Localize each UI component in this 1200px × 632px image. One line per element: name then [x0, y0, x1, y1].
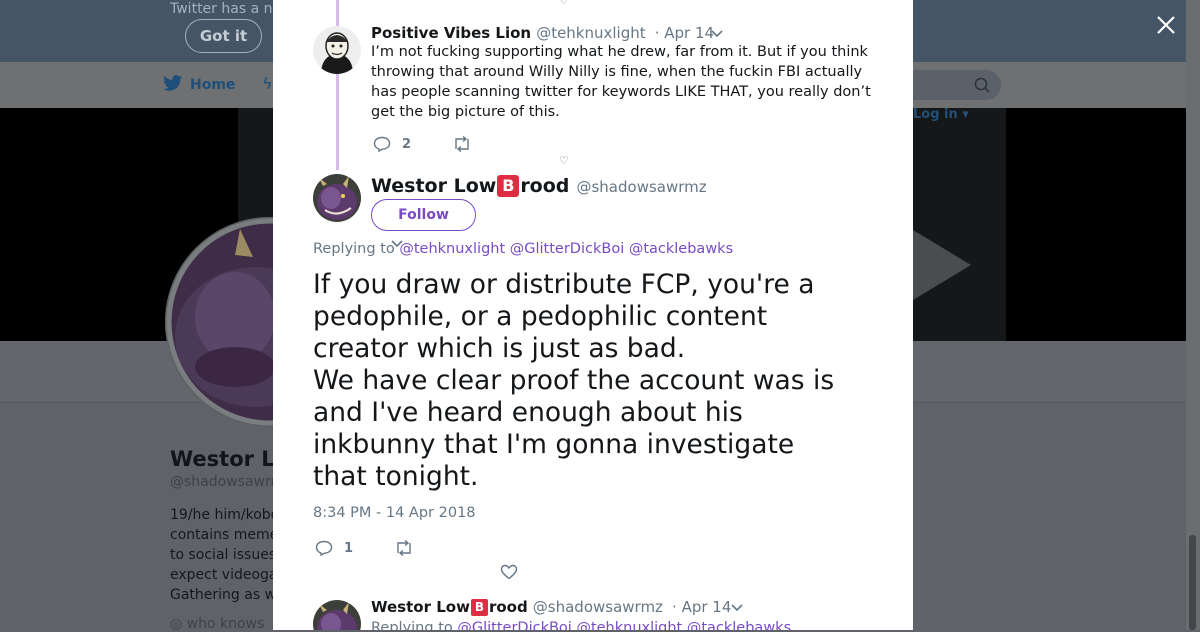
close-icon[interactable] — [1155, 14, 1177, 36]
tweet-text: I’m not fucking supporting what he drew,… — [371, 42, 871, 122]
search-icon[interactable] — [974, 77, 990, 93]
tweet-header: Westor Low Brood @shadowsawrmz · Apr 14 — [371, 597, 731, 616]
bio-line: expect videoga — [170, 567, 278, 583]
tweet-text-line: pedophile, or a pedophilic content — [313, 301, 768, 332]
tweet-text-line: and I've heard enough about his — [313, 397, 743, 428]
scrollbar-thumb[interactable] — [1189, 535, 1196, 630]
chevron-down-icon[interactable] — [731, 604, 743, 612]
bio-line: to social issues — [170, 547, 277, 563]
author-name-part: rood — [488, 598, 528, 616]
got-it-button[interactable]: Got it — [185, 19, 262, 53]
like-icon[interactable]: ♡ — [559, 0, 569, 7]
author-name[interactable]: Positive Vibes Lion — [371, 24, 531, 42]
bio-line: Gathering as w — [170, 587, 277, 603]
bio-line: contains meme — [170, 527, 279, 543]
author-handle[interactable]: @shadowsawrmz — [533, 598, 663, 616]
tweet-date[interactable]: · Apr 14 — [672, 598, 731, 616]
replying-to: Replying to @tehknuxlight @GlitterDickBo… — [313, 241, 733, 257]
tweet-text-line: throwing that around Willy Nilly is fine… — [371, 64, 863, 80]
b-button-emoji: B — [470, 599, 488, 616]
main-tweet-text: If you draw or distribute FCP, you're a … — [313, 269, 913, 493]
profile-name: Westor L — [170, 447, 275, 471]
tweet-text-line: We have clear proof the account was is — [313, 365, 835, 396]
tweet-text-line: has people scanning twitter for keywords… — [371, 84, 871, 100]
follow-button[interactable]: Follow — [371, 199, 476, 231]
reply-icon[interactable] — [315, 540, 333, 556]
mention-link[interactable]: @GlitterDickBoi — [457, 620, 571, 630]
tweet-header: Positive Vibes Lion @tehknuxlight · Apr … — [371, 23, 714, 42]
author-name-part: Westor Low — [371, 598, 470, 616]
tweet-timestamp[interactable]: 8:34 PM - 14 Apr 2018 — [313, 505, 476, 521]
login-label: Log in — [913, 107, 958, 122]
play-icon — [913, 230, 971, 300]
tweet-modal: ♡ Positive Vibes Lion @tehknuxlight · Ap… — [273, 0, 913, 630]
author-name-part: Westor Low — [371, 175, 497, 197]
author-handle: @shadowsawrmz — [576, 178, 707, 196]
reply-count: 1 — [344, 541, 354, 556]
tweet-text-line: that tonight. — [313, 461, 479, 492]
tweet-text-line: I’m not fucking supporting what he drew,… — [371, 44, 868, 60]
chevron-down-icon[interactable] — [711, 30, 723, 38]
retweet-icon[interactable] — [452, 136, 472, 152]
replying-to: Replying to @GlitterDickBoi @tehknuxligh… — [371, 620, 791, 630]
tweet-text-line: get the big picture of this. — [371, 104, 560, 120]
tweet-text-line: inkbunny that I'm gonna investigate — [313, 429, 795, 460]
tweet-date[interactable]: · Apr 14 — [655, 24, 714, 42]
tweet-text-line: creator which is just as bad. — [313, 333, 686, 364]
moments-icon[interactable]: ϟ — [262, 74, 273, 93]
mention-link[interactable]: @tacklebawks — [687, 620, 791, 630]
avatar[interactable] — [313, 600, 361, 630]
avatar[interactable] — [313, 174, 361, 222]
replying-prefix: Replying to — [371, 620, 453, 630]
author-name[interactable]: Westor Low Brood — [371, 598, 528, 616]
bio-line: 19/he him/kobo — [170, 507, 280, 523]
reply-count: 2 — [402, 137, 412, 152]
cookie-banner-text: Twitter has a n — [170, 1, 273, 17]
author-handle[interactable]: @tehknuxlight — [536, 24, 645, 42]
avatar[interactable] — [313, 26, 361, 74]
nav-home-link[interactable]: Home — [190, 77, 235, 93]
author-name: Westor Low Brood — [371, 175, 569, 197]
like-icon[interactable]: ♡ — [559, 154, 569, 167]
mention-link[interactable]: @tacklebawks — [629, 241, 733, 257]
tweet-text-line: If you draw or distribute FCP, you're a — [313, 269, 815, 300]
reply-icon[interactable] — [373, 136, 391, 152]
mention-link[interactable]: @tehknuxlight — [576, 620, 682, 630]
profile-handle: @shadowsawrm — [170, 474, 285, 490]
retweet-icon[interactable] — [394, 540, 414, 556]
b-button-emoji: B — [497, 175, 520, 197]
twitter-bird-icon — [163, 75, 183, 91]
mention-link[interactable]: @GlitterDickBoi — [510, 241, 624, 257]
author-name-part: rood — [520, 175, 570, 197]
like-icon[interactable] — [500, 564, 518, 580]
mention-link[interactable]: @tehknuxlight — [399, 241, 505, 257]
login-dropdown[interactable]: Log in ▾ — [913, 107, 969, 122]
profile-bio: 19/he him/kobo contains meme to social i… — [170, 505, 279, 605]
replying-prefix: Replying to — [313, 241, 395, 257]
main-tweet-author[interactable]: Westor Low Brood @shadowsawrmz — [371, 175, 707, 197]
